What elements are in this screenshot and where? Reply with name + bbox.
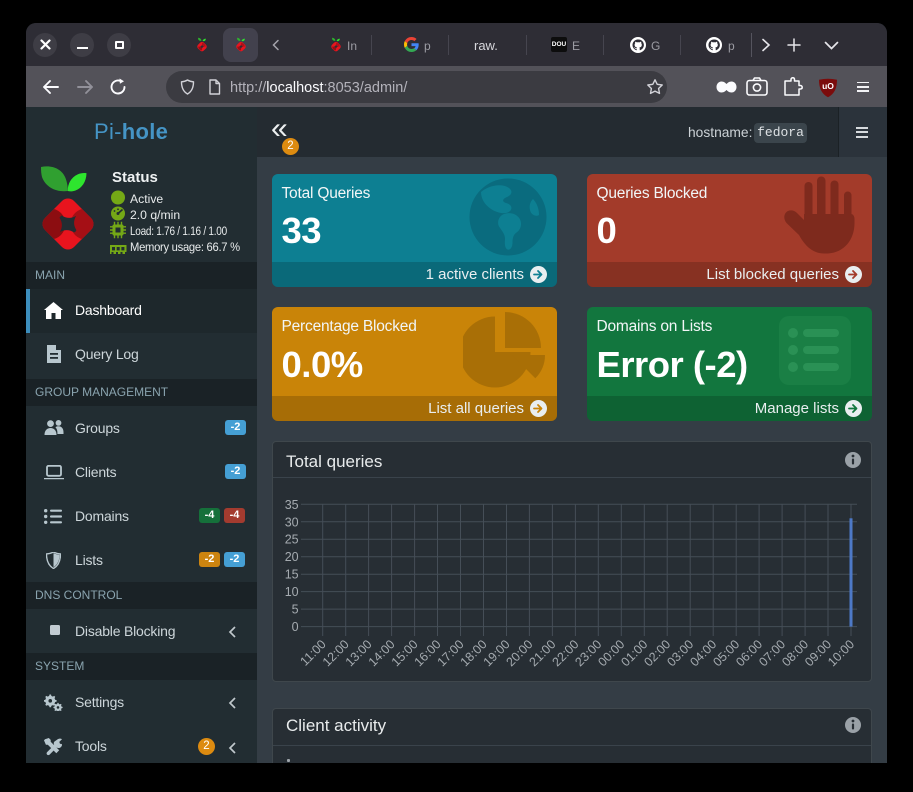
svg-text:25: 25: [285, 533, 299, 547]
svg-text:5: 5: [292, 603, 299, 617]
svg-text:0: 0: [292, 620, 299, 634]
svg-text:uO: uO: [822, 81, 834, 91]
svg-text:30: 30: [285, 515, 299, 529]
svg-text:10:00: 10:00: [825, 637, 857, 669]
svg-text:10: 10: [285, 585, 299, 599]
svg-text:15: 15: [285, 568, 299, 582]
svg-text:20: 20: [285, 550, 299, 564]
svg-text:35: 35: [285, 498, 299, 512]
